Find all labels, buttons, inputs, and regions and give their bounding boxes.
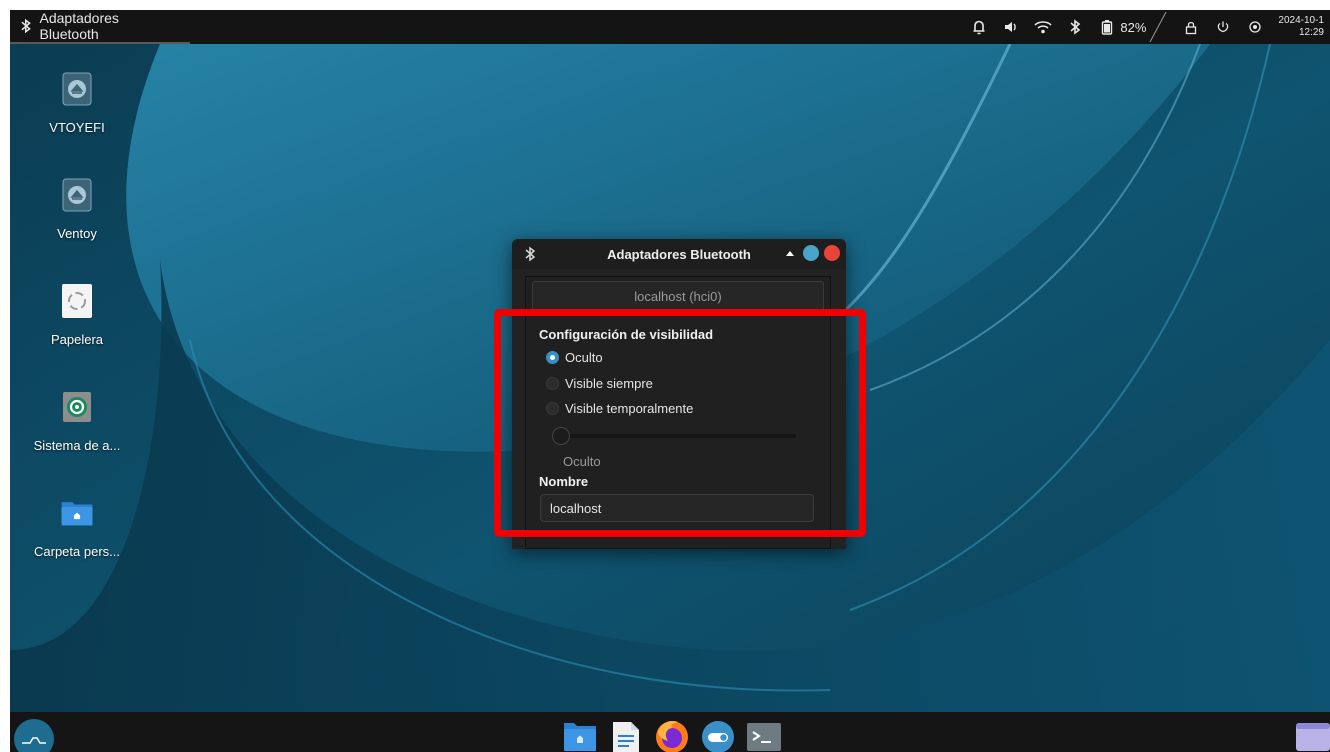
desktop-icon-trash[interactable]: Papelera: [12, 284, 142, 347]
highlight-box: [494, 309, 866, 537]
desktop-icon-label: Ventoy: [57, 226, 97, 241]
desktop-icon-home-folder[interactable]: Carpeta pers...: [12, 496, 142, 559]
desktop-icon-software-center[interactable]: Sistema de a...: [12, 390, 142, 453]
desktop-icon-vtoyefi[interactable]: VTOYEFI: [12, 72, 142, 135]
maximize-button[interactable]: [803, 245, 819, 261]
wifi-icon[interactable]: [1034, 18, 1052, 36]
battery-percent: 82%: [1120, 19, 1147, 35]
taskbar-window-title: Adaptadores Bluetooth: [39, 10, 119, 42]
clock-date: 2024-10-1: [1278, 15, 1324, 26]
desktop-icon-label: Carpeta pers...: [34, 544, 120, 559]
panel-divider: [1149, 12, 1167, 42]
settings-toggle-icon[interactable]: [700, 717, 736, 752]
volume-icon[interactable]: [1002, 18, 1020, 36]
clock[interactable]: 2024-10-1 12:29: [1278, 15, 1324, 39]
trash-icon: [60, 284, 94, 318]
firefox-icon[interactable]: [654, 717, 690, 752]
desktop-icon-label: Papelera: [50, 332, 104, 347]
drive-eject-icon: [60, 72, 94, 106]
text-editor-icon[interactable]: [608, 717, 644, 752]
file-manager-icon[interactable]: [562, 717, 598, 752]
terminal-icon[interactable]: [746, 717, 782, 752]
close-button[interactable]: [824, 245, 840, 261]
clock-time: 12:29: [1298, 27, 1324, 38]
taskbar-window-button[interactable]: Adaptadores Bluetooth: [10, 10, 190, 44]
battery-icon[interactable]: [1098, 18, 1116, 36]
drive-eject-icon: [60, 178, 94, 212]
top-panel: Adaptadores Bluetooth 82% 2024-10-1 12:2…: [10, 10, 1330, 44]
minimize-button[interactable]: [786, 250, 794, 256]
launcher-icon[interactable]: [14, 717, 54, 752]
workspace-icon[interactable]: [1294, 717, 1330, 752]
screen: Adaptadores Bluetooth 82% 2024-10-1 12:2…: [10, 10, 1330, 752]
bottom-dock: [10, 712, 1330, 752]
dialog-titlebar[interactable]: Adaptadores Bluetooth: [512, 239, 846, 269]
bell-icon[interactable]: [970, 18, 988, 36]
software-center-icon: [60, 390, 94, 424]
desktop-icon-label: VTOYEFI: [49, 120, 105, 135]
adapter-tab-hci0[interactable]: localhost (hci0): [532, 281, 824, 311]
lock-icon[interactable]: [1182, 18, 1200, 36]
settings-icon[interactable]: [1246, 18, 1264, 36]
desktop-icon-ventoy[interactable]: Ventoy: [12, 178, 142, 241]
bluetooth-icon: [21, 18, 31, 34]
desktop-icon-label: Sistema de a...: [33, 438, 121, 453]
bluetooth-tray-icon[interactable]: [1066, 18, 1084, 36]
home-folder-icon: [60, 496, 94, 530]
power-icon[interactable]: [1214, 18, 1232, 36]
